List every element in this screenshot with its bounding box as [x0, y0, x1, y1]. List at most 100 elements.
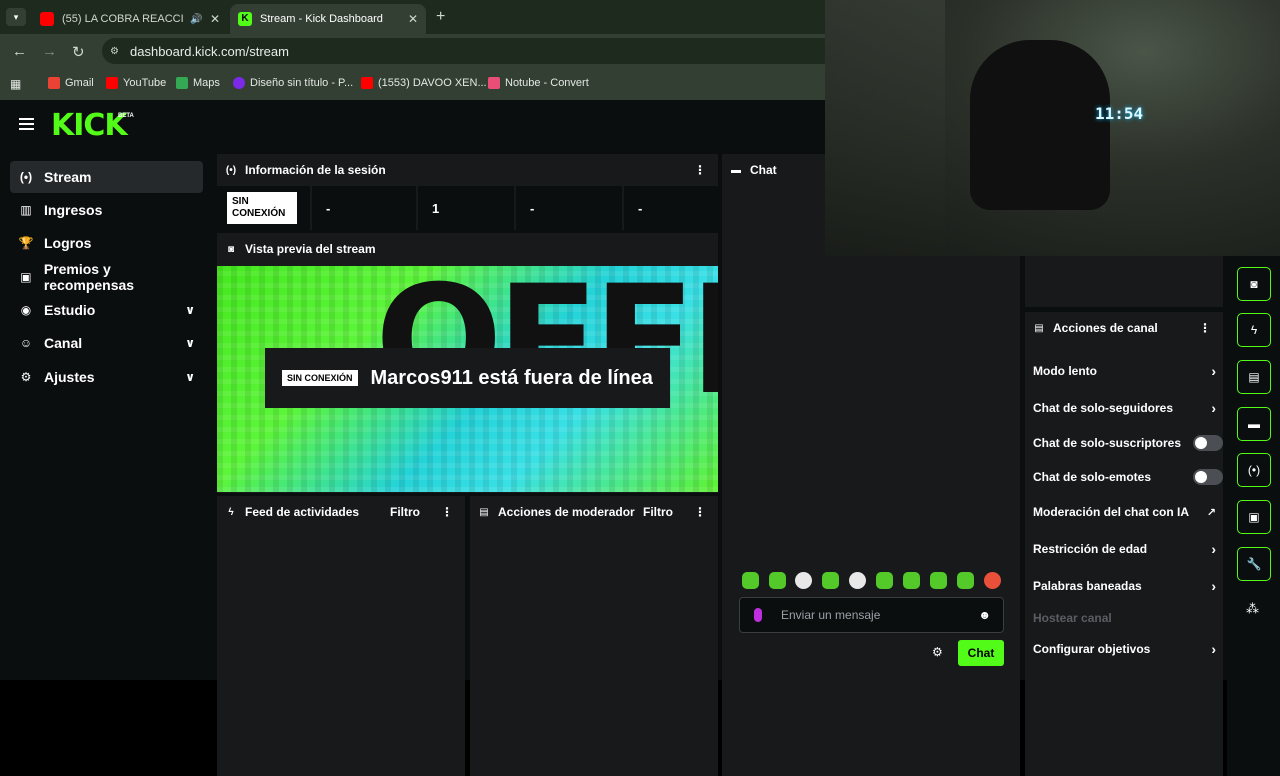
emotes-only-toggle[interactable]: [1193, 469, 1223, 485]
send-chat-button[interactable]: Chat: [958, 640, 1004, 666]
bookmark-label: YouTube: [123, 77, 167, 89]
sidebar-item-label: Estudio: [44, 302, 96, 318]
bookmark-label: Maps: [193, 77, 220, 89]
channel-actions-panel: ▤ Acciones de canal ⋮ Modo lento › Chat d…: [1025, 312, 1223, 776]
lightning-icon: ϟ: [1250, 323, 1258, 337]
action-label: Restricción de edad: [1033, 542, 1148, 556]
action-goals[interactable]: Configurar objetivos ›: [1033, 637, 1216, 661]
chat-settings-icon[interactable]: ⚙: [932, 645, 943, 659]
action-banned-words[interactable]: Palabras baneadas ›: [1033, 574, 1216, 598]
toolbar-quick-actions-button[interactable]: ϟ: [1237, 313, 1271, 347]
site-info-icon[interactable]: ⚙: [110, 46, 119, 57]
kick-icon: K: [238, 12, 252, 26]
kick-logo[interactable]: KICK: [51, 108, 128, 143]
more-options-icon[interactable]: ⋮: [694, 505, 706, 519]
url-field[interactable]: ⚙ dashboard.kick.com/stream: [102, 38, 842, 64]
hamburger-menu-icon[interactable]: [19, 118, 34, 130]
sidebar-item-canal[interactable]: ☺ Canal ∨: [10, 327, 203, 359]
back-icon[interactable]: ←: [12, 43, 27, 60]
browser-tab-youtube[interactable]: (55) LA COBRA REACCIONA 🔊 ✕: [32, 4, 228, 34]
emote-icon[interactable]: [876, 572, 893, 589]
panel-header: ▤ Acciones de canal: [1025, 312, 1223, 344]
browser-tab-kick[interactable]: K Stream - Kick Dashboard ✕: [230, 4, 426, 34]
action-subscribers-only[interactable]: Chat de solo-suscriptores: [1033, 431, 1223, 455]
chevron-right-icon: ›: [1211, 541, 1216, 557]
document-icon: ▤: [1248, 370, 1260, 384]
bookmark-notube[interactable]: Notube - Convert: [488, 77, 589, 89]
close-tab-icon[interactable]: ✕: [408, 12, 418, 26]
gift-icon: ▣: [20, 270, 32, 284]
reload-icon[interactable]: ↻: [72, 43, 85, 61]
emote-icon[interactable]: [930, 572, 947, 589]
emoji-icon[interactable]: ☻: [978, 608, 991, 622]
sidebar-item-ajustes[interactable]: ⚙ Ajustes ∨: [10, 361, 203, 393]
chart-icon: ▥: [20, 203, 32, 217]
bookmark-youtube[interactable]: YouTube: [106, 77, 166, 89]
close-tab-icon[interactable]: ✕: [210, 12, 220, 26]
filter-button[interactable]: Filtro: [643, 505, 673, 519]
toolbar-broadcast-button[interactable]: (•): [1237, 453, 1271, 487]
microphone-icon[interactable]: [754, 608, 762, 622]
action-host-channel: Hostear canal: [1033, 606, 1216, 630]
more-options-icon[interactable]: ⋮: [1199, 321, 1211, 335]
bookmark-davoo[interactable]: (1553) DAVOO XEN...: [361, 77, 487, 89]
bookmark-label: Notube - Convert: [505, 77, 589, 89]
bookmark-gmail[interactable]: Gmail: [48, 77, 94, 89]
panel-title: Feed de actividades: [245, 505, 360, 519]
filter-button[interactable]: Filtro: [390, 505, 420, 519]
action-emotes-only[interactable]: Chat de solo-emotes: [1033, 465, 1223, 489]
sidebar-item-premios[interactable]: ▣ Premios y recompensas: [10, 261, 203, 293]
emote-icon[interactable]: [769, 572, 786, 589]
emote-icon[interactable]: [957, 572, 974, 589]
broadcast-icon: (•): [225, 164, 237, 176]
emote-icon[interactable]: [903, 572, 920, 589]
chat-message-input[interactable]: Enviar un mensaje ☻: [739, 597, 1004, 633]
sidebar-item-label: Ingresos: [44, 202, 103, 218]
sidebar-item-estudio[interactable]: ◉ Estudio ∨: [10, 294, 203, 326]
new-tab-button[interactable]: +: [436, 8, 445, 26]
bookmark-label: Gmail: [65, 77, 94, 89]
subscribers-only-toggle[interactable]: [1193, 435, 1223, 451]
emote-icon[interactable]: [849, 572, 866, 589]
forward-icon[interactable]: →: [42, 43, 57, 60]
action-age-restriction[interactable]: Restricción de edad ›: [1033, 537, 1216, 561]
sidebar-item-logros[interactable]: 🏆 Logros: [10, 227, 203, 259]
toolbar-tools-button[interactable]: 🔧: [1237, 547, 1271, 581]
chevron-right-icon: ›: [1211, 641, 1216, 657]
toolbar-notes-button[interactable]: ▤: [1237, 360, 1271, 394]
youtube-icon: [106, 77, 118, 89]
bookmark-canva[interactable]: Diseño sin título - P...: [233, 77, 353, 89]
action-ai-moderation[interactable]: Moderación del chat con IA ↗: [1033, 500, 1216, 524]
broadcast-icon: (•): [1247, 463, 1261, 477]
sidebar-item-label: Stream: [44, 169, 92, 185]
session-stat-cell: -: [312, 186, 416, 230]
emote-icon[interactable]: [984, 572, 1001, 589]
tab-list-button[interactable]: ▾: [6, 8, 26, 26]
youtube-icon: [40, 12, 54, 26]
sidebar-item-ingresos[interactable]: ▥ Ingresos: [10, 194, 203, 226]
apps-icon[interactable]: ▦: [10, 77, 21, 91]
chevron-down-icon: ∨: [185, 303, 195, 317]
toolbar-more-icon[interactable]: ⁂: [1246, 601, 1259, 617]
offline-badge: SIN CONEXIÓN: [282, 370, 358, 386]
bookmark-label: (1553) DAVOO XEN...: [378, 77, 487, 89]
toolbar-video-button[interactable]: ▣: [1237, 500, 1271, 534]
sidebar-item-stream[interactable]: (•) Stream: [10, 161, 203, 193]
panel-header: ◙ Vista previa del stream: [217, 233, 718, 265]
toolbar-preview-button[interactable]: ◙: [1237, 267, 1271, 301]
external-link-icon: ↗: [1206, 506, 1216, 519]
more-options-icon[interactable]: ⋮: [441, 505, 453, 519]
bookmark-maps[interactable]: Maps: [176, 77, 220, 89]
emote-icon[interactable]: [795, 572, 812, 589]
sidebar-item-label: Premios y recompensas: [43, 261, 135, 293]
chat-input-placeholder: Enviar un mensaje: [781, 608, 881, 622]
emote-icon[interactable]: [822, 572, 839, 589]
action-label: Chat de solo-seguidores: [1033, 401, 1174, 415]
action-slow-mode[interactable]: Modo lento ›: [1033, 359, 1216, 383]
toolbar-chat-button[interactable]: ▬: [1237, 407, 1271, 441]
users-icon: ☺: [19, 336, 33, 350]
action-followers-only[interactable]: Chat de solo-seguidores ›: [1033, 396, 1216, 420]
emote-icon[interactable]: [742, 572, 759, 589]
more-options-icon[interactable]: ⋮: [694, 163, 706, 177]
panel-header: ϟ Feed de actividades: [217, 496, 465, 528]
